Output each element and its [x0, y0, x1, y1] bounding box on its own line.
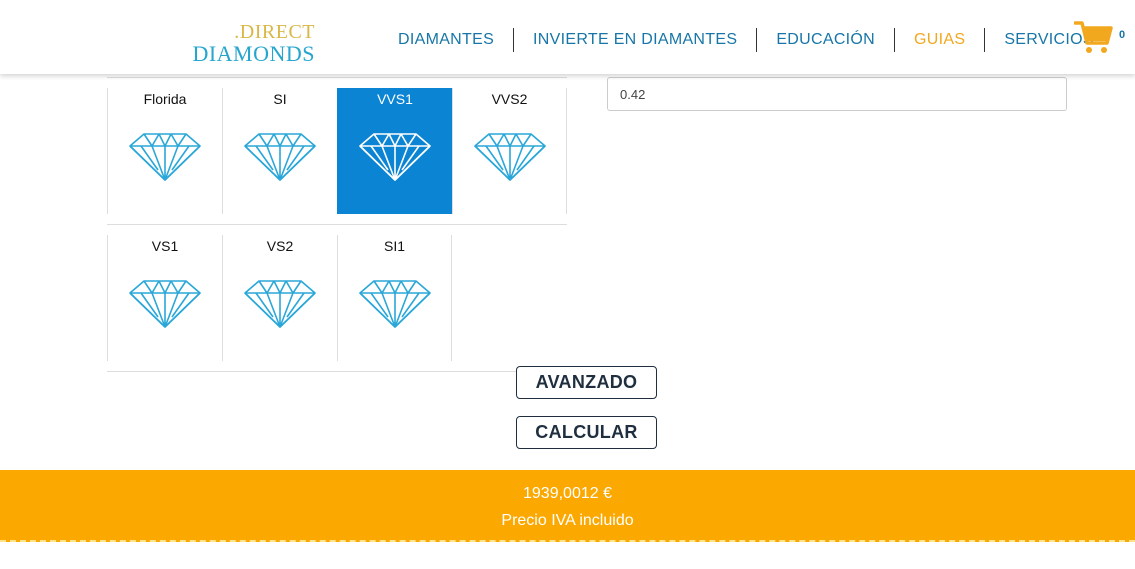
site-header: .DIRECT DIAMONDS DIAMANTES INVIERTE EN D…: [0, 0, 1135, 74]
diamond-icon: [129, 133, 201, 181]
diamond-icon: [129, 280, 201, 328]
cart-count-badge: 0: [1119, 29, 1126, 41]
diamond-icon: [359, 133, 431, 181]
clarity-label: VS2: [266, 238, 294, 254]
price-bar: 1939,0012 € Precio IVA incluido: [0, 470, 1135, 542]
calculate-button[interactable]: CALCULAR: [516, 416, 657, 449]
clarity-option-vvs1[interactable]: VVS1: [337, 88, 452, 214]
clarity-option-si[interactable]: SI: [222, 88, 337, 214]
nav-item-guias[interactable]: GUIAS: [895, 28, 986, 52]
main-nav: DIAMANTES INVIERTE EN DIAMANTES EDUCACIÓ…: [379, 27, 1113, 53]
clarity-label: VVS1: [377, 91, 413, 107]
clarity-option-si1[interactable]: SI1: [337, 235, 452, 361]
clarity-label: SI1: [383, 238, 405, 254]
nav-item-diamantes[interactable]: DIAMANTES: [379, 28, 515, 52]
diamond-icon: [244, 280, 316, 328]
grid-divider: [107, 77, 567, 78]
brand-logo[interactable]: .DIRECT DIAMONDS: [191, 22, 321, 66]
carat-weight-input[interactable]: [607, 77, 1067, 111]
logo-direct-text: .DIRECT: [234, 21, 315, 43]
price-value: 1939,0012 €: [523, 485, 612, 502]
diamond-icon: [474, 133, 546, 181]
clarity-option-vvs2[interactable]: VVS2: [452, 88, 567, 214]
clarity-label: VVS2: [491, 91, 528, 107]
grid-divider: [107, 371, 567, 372]
clarity-label: VS1: [151, 238, 179, 254]
clarity-option-florida[interactable]: Florida: [107, 88, 222, 214]
clarity-label: Florida: [143, 91, 187, 107]
nav-item-invierte[interactable]: INVIERTE EN DIAMANTES: [514, 28, 758, 52]
price-vat-note: Precio IVA incluido: [501, 512, 634, 529]
grid-divider: [107, 224, 567, 225]
advanced-button[interactable]: AVANZADO: [516, 366, 657, 399]
logo-diamonds-text: DIAMONDS: [192, 41, 315, 66]
diamond-icon: [244, 133, 316, 181]
clarity-option-vs2[interactable]: VS2: [222, 235, 337, 361]
diamond-icon: [359, 280, 431, 328]
cart-icon[interactable]: [1073, 19, 1114, 55]
clarity-label: SI: [273, 91, 287, 107]
nav-item-educacion[interactable]: EDUCACIÓN: [757, 28, 896, 52]
clarity-option-vs1[interactable]: VS1: [107, 235, 222, 361]
